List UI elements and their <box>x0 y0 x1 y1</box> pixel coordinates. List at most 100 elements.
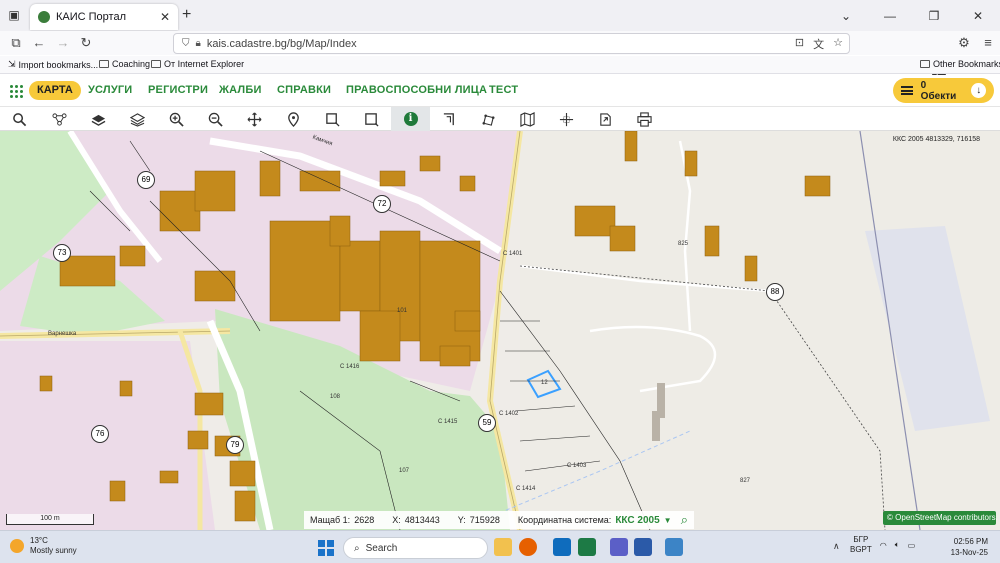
language-indicator[interactable]: БГР BGPT <box>850 535 872 555</box>
language-layout: BGPT <box>850 545 872 554</box>
windows-start-icon[interactable] <box>318 540 334 556</box>
apps-grid-icon[interactable] <box>10 85 23 98</box>
firefox-icon[interactable] <box>519 538 537 556</box>
zoom-out-icon[interactable] <box>196 107 235 131</box>
tab-close-icon[interactable]: ✕ <box>160 10 170 24</box>
language-primary: БГР <box>853 535 869 544</box>
weather-widget[interactable]: 13°C Mostly sunny <box>10 536 77 556</box>
file-explorer-icon[interactable] <box>494 538 512 556</box>
hamburger-icon <box>901 86 913 95</box>
tab-list-icon[interactable]: ▣ <box>6 7 22 23</box>
zoom-search-icon[interactable]: ⌕ <box>681 512 688 528</box>
search-icon[interactable] <box>0 107 39 131</box>
teams-icon[interactable] <box>610 538 628 556</box>
restore-icon[interactable]: ❐ <box>912 9 956 23</box>
menu-item-licensed-persons[interactable]: ПРАВОСПОСОБНИ ЛИЦА <box>346 84 487 96</box>
outlook-icon[interactable] <box>553 538 571 556</box>
shield-icon[interactable]: ⛉ <box>182 38 190 49</box>
battery-icon[interactable]: ▭ <box>908 541 916 550</box>
parcel-label-79[interactable]: 79 <box>226 436 244 454</box>
parcel-label-88[interactable]: 88 <box>766 283 784 301</box>
info-tool[interactable]: i <box>391 107 430 131</box>
bookmark-star-icon[interactable]: ☆ <box>833 36 843 52</box>
new-tab-icon[interactable]: + <box>182 7 191 23</box>
url-bar[interactable]: ⛉ 🔒︎ kais.cadastre.bg/bg/Map/Index ⊡ 文 ☆ <box>173 33 850 54</box>
x-label: X: <box>392 515 401 525</box>
parcel-label-72[interactable]: 72 <box>373 195 391 213</box>
forward-icon[interactable]: → <box>55 35 71 51</box>
point-label-c1414: С 1414 <box>516 486 536 492</box>
menu-item-map[interactable]: КАРТА <box>29 81 81 100</box>
scale-label: Мащаб 1: <box>310 515 351 525</box>
back-icon[interactable]: ← <box>31 35 47 51</box>
lock-icon[interactable]: 🔒︎ <box>196 38 201 49</box>
export-icon[interactable] <box>586 107 625 131</box>
menu-item-registers[interactable]: РЕГИСТРИ <box>148 84 208 96</box>
volume-icon[interactable]: 🔈︎ <box>895 540 900 550</box>
parcel-number-825: 825 <box>678 241 689 247</box>
app-menu-icon[interactable]: ≡ <box>980 35 996 51</box>
taskbar-search[interactable]: ⌕ Search <box>343 537 488 559</box>
translate-icon[interactable]: 文 <box>813 36 824 52</box>
temperature: 13°C <box>30 536 48 545</box>
chevron-down-icon[interactable]: ▼ <box>664 516 672 525</box>
polygon-icon[interactable] <box>469 107 508 131</box>
clock[interactable]: 02:56 PM 13-Nov-25 <box>951 536 988 558</box>
extensions-icon[interactable]: ⚙ <box>956 35 972 51</box>
select-area-icon[interactable] <box>352 107 391 131</box>
import-bookmarks-link[interactable]: ⇲ Import bookmarks... <box>8 59 98 70</box>
parcel-label-73[interactable]: 73 <box>53 244 71 262</box>
word-icon[interactable] <box>634 538 652 556</box>
point-label-c1403: С 1403 <box>567 463 587 469</box>
cadastral-map[interactable]: ККС 2005 4813329, 716158 69 72 73 88 76 … <box>0 131 1000 530</box>
objects-button[interactable]: 0 Обекти ↓ <box>893 78 994 103</box>
menu-item-test[interactable]: ТЕСТ <box>489 84 518 96</box>
chevron-up-icon[interactable]: ∧ <box>833 541 840 552</box>
url-text[interactable]: kais.cadastre.bg/bg/Map/Index <box>207 38 357 50</box>
folder-icon <box>920 60 930 68</box>
network-icon[interactable] <box>40 107 79 131</box>
reader-view-icon[interactable]: ⊡ <box>795 36 804 52</box>
copyright-icon: © <box>887 513 893 522</box>
browser-tabstrip: ▣ КАИС Портал ✕ + ⌄ — ❐ ✕ <box>0 0 1000 31</box>
pan-icon[interactable] <box>235 107 274 131</box>
parcel-label-59[interactable]: 59 <box>478 414 496 432</box>
point-label-c1401: С 1401 <box>503 251 523 257</box>
map-canvas[interactable] <box>0 131 1000 530</box>
excel-icon[interactable] <box>578 538 596 556</box>
pin-icon[interactable] <box>274 107 313 131</box>
osm-attribution-label: OpenStreetMap contributors. <box>895 513 998 522</box>
point-label-c1416: С 1416 <box>340 364 360 370</box>
select-rect-icon[interactable] <box>313 107 352 131</box>
other-bookmarks[interactable]: Other Bookmarks <box>920 59 1000 69</box>
app-main-menu: КАРТА УСЛУГИ РЕГИСТРИ ЖАЛБИ СПРАВКИ ПРАВ… <box>0 75 1000 107</box>
list-tabs-icon[interactable]: ⌄ <box>824 9 868 23</box>
bookmark-internet-explorer[interactable]: От Internet Explorer <box>151 59 244 69</box>
print-icon[interactable] <box>625 107 664 131</box>
layers-outline-icon[interactable] <box>118 107 157 131</box>
tab-kais-portal[interactable]: КАИС Портал ✕ <box>30 4 178 30</box>
menu-item-complaints[interactable]: ЖАЛБИ <box>219 84 262 96</box>
snipping-tool-icon[interactable] <box>665 538 683 556</box>
parcel-number-107: 107 <box>399 468 410 474</box>
close-window-icon[interactable]: ✕ <box>956 9 1000 23</box>
layers-icon[interactable] <box>79 107 118 131</box>
menu-item-services[interactable]: УСЛУГИ <box>88 84 132 96</box>
reload-icon[interactable]: ↻ <box>78 35 94 51</box>
bookmark-coaching[interactable]: Coaching <box>99 59 150 69</box>
zoom-in-icon[interactable] <box>157 107 196 131</box>
coordinate-system-select[interactable]: ККС 2005 <box>615 515 659 526</box>
parcel-label-69[interactable]: 69 <box>137 171 155 189</box>
parcel-label-76[interactable]: 76 <box>91 425 109 443</box>
map-icon[interactable] <box>508 107 547 131</box>
parcel-number-12: 12 <box>541 380 548 386</box>
crosshair-icon[interactable] <box>547 107 586 131</box>
measure-icon[interactable] <box>430 107 469 131</box>
sidebar-icon[interactable]: ⧉ <box>8 35 24 51</box>
menu-item-references[interactable]: СПРАВКИ <box>277 84 331 96</box>
weather-description: Mostly sunny <box>30 546 77 555</box>
wifi-icon[interactable]: ◠ <box>880 541 887 550</box>
osm-attribution[interactable]: © OpenStreetMap contributors. <box>883 511 998 525</box>
kais-favicon-icon <box>38 11 50 23</box>
minimize-icon[interactable]: — <box>868 9 912 23</box>
